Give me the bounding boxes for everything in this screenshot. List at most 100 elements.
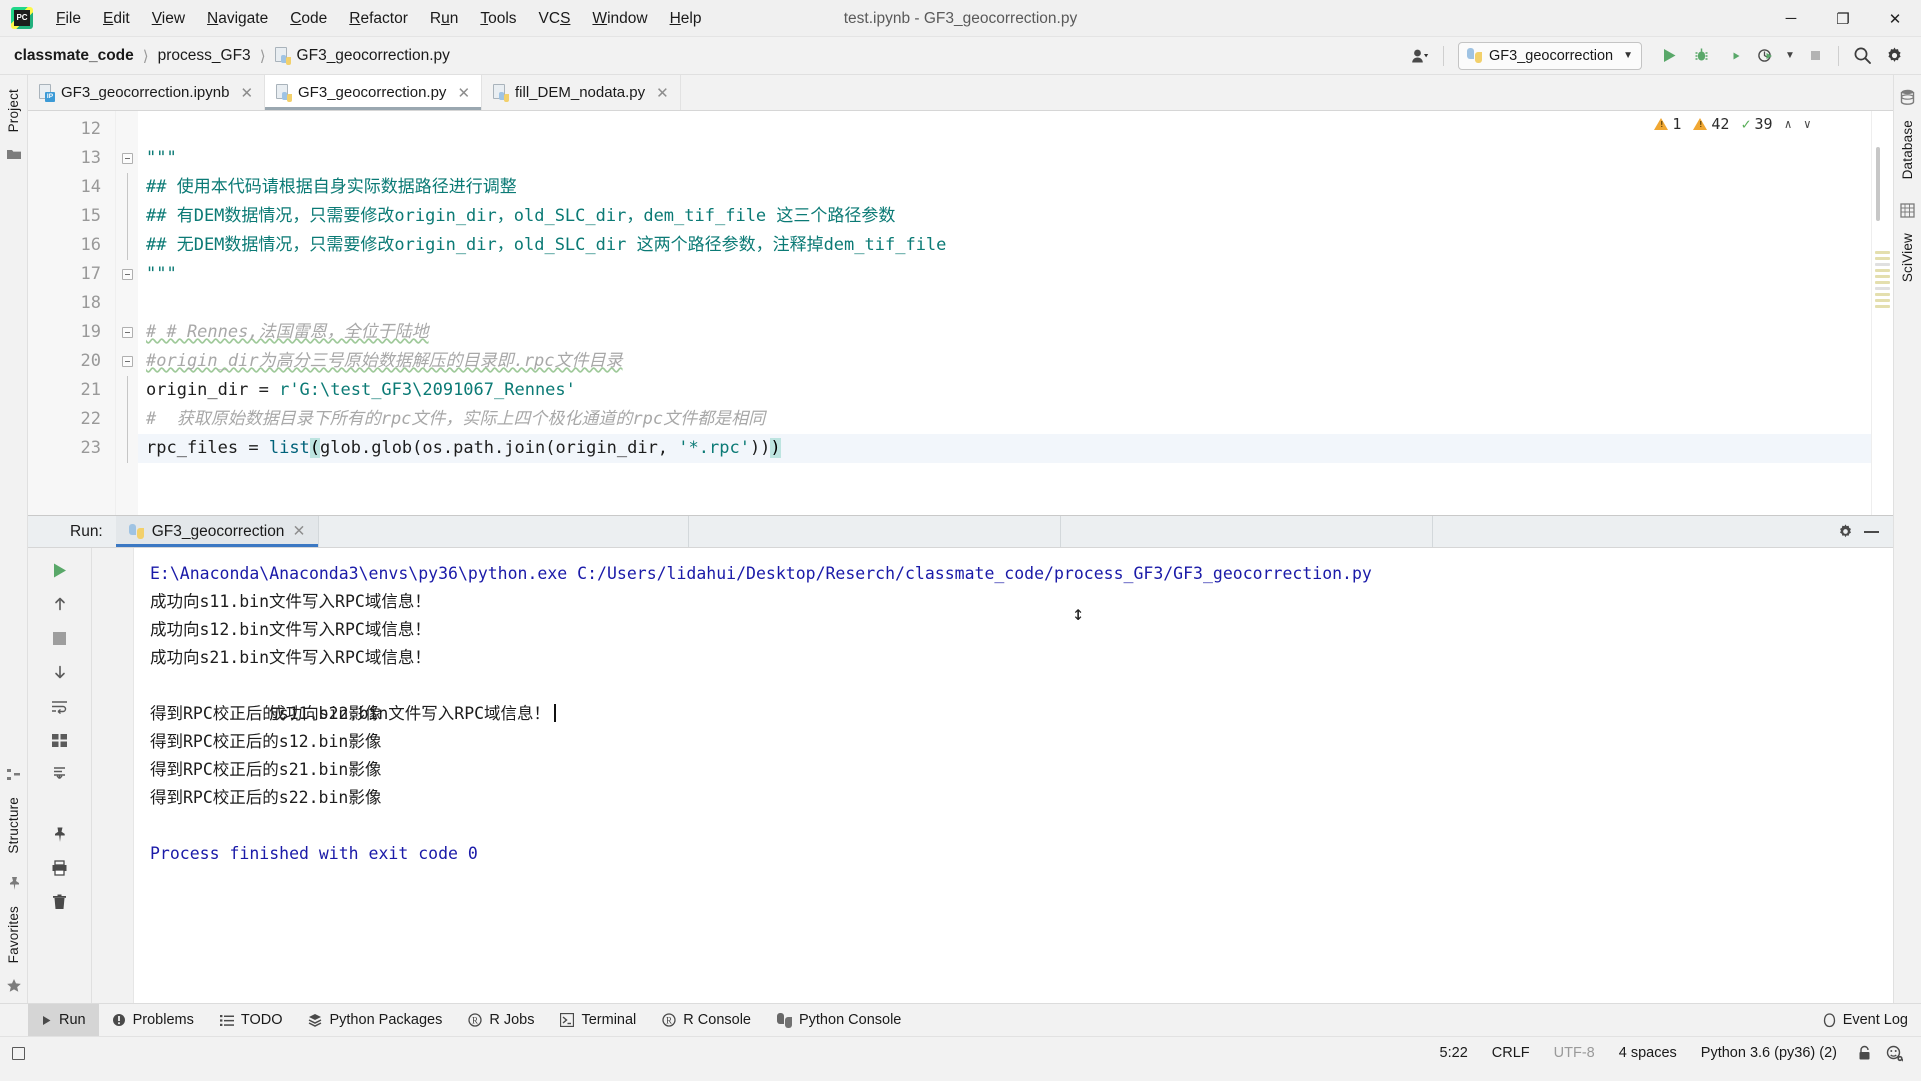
menu-vcs[interactable]: VCS [528,0,582,37]
stop-icon[interactable] [45,622,75,654]
editor-scrollbar-thumb[interactable] [1876,147,1880,221]
close-icon[interactable]: ✕ [240,84,253,102]
code-token: ) [770,438,781,458]
previous-highlight-icon[interactable]: ∧ [1785,117,1792,131]
grid-icon[interactable] [45,724,75,756]
up-arrow-icon[interactable] [45,588,75,620]
editor-tab-py-active[interactable]: GF3_geocorrection.py ✕ [265,75,483,110]
code-text-area[interactable]: 1 42 ✓ 39 ∧ ∨ """ ## 使用本代码请根据自身实际数据路径进行调 [138,111,1871,515]
sidebar-item-database[interactable]: Database [1897,112,1918,187]
breadcrumb-project[interactable]: classmate_code [14,47,134,65]
menu-view[interactable]: View [141,0,196,37]
marker [1875,305,1890,308]
toolwindow-python-packages[interactable]: Python Packages [295,1004,455,1036]
menu-run[interactable]: Run [419,0,469,37]
rerun-icon[interactable] [45,554,75,586]
next-highlight-icon[interactable]: ∨ [1804,117,1811,131]
scroll-to-end-icon[interactable] [45,758,75,790]
toolwindow-event-log[interactable]: Event Log [1810,1004,1921,1036]
editor-marker-strip[interactable] [1871,111,1893,515]
menu-refactor[interactable]: Refactor [338,0,419,37]
line-separator[interactable]: CRLF [1480,1045,1542,1061]
pin-icon[interactable] [7,876,21,891]
minimize-icon[interactable] [1864,530,1879,533]
inspection-widget[interactable]: 1 42 ✓ 39 ∧ ∨ [1648,113,1817,135]
editor-tab-fill-dem[interactable]: fill_DEM_nodata.py ✕ [482,75,681,110]
sidebar-item-sciview[interactable]: SciView [1897,225,1918,290]
run-icon[interactable] [1654,42,1684,70]
menu-tools[interactable]: Tools [469,0,527,37]
menu-code[interactable]: Code [279,0,338,37]
toolwindow-r-console[interactable]: R R Console [649,1004,764,1036]
code-editor[interactable]: 12 13 14 15 16 17 18 19 20 21 22 23 ! 1 … [28,111,1893,515]
menu-file[interactable]: File [45,0,92,37]
settings-gear-icon[interactable] [1879,42,1909,70]
run-actions-left [28,548,92,1003]
toolwindow-todo[interactable]: TODO [207,1004,296,1036]
menu-navigate[interactable]: Navigate [196,0,279,37]
down-arrow-icon[interactable] [45,656,75,688]
run-configuration-selector[interactable]: GF3_geocorrection ▼ [1458,41,1642,70]
folder-icon[interactable] [6,147,22,161]
caret-position[interactable]: 5:22 [1428,1045,1480,1061]
trash-icon[interactable] [45,886,75,918]
sidebar-item-structure[interactable]: Structure [3,789,24,862]
star-icon[interactable] [6,978,22,993]
print-icon[interactable] [45,852,75,884]
run-with-coverage-icon[interactable] [1718,42,1748,70]
fold-marker-comment[interactable] [116,318,138,347]
settings-gear-icon[interactable] [1837,523,1854,540]
close-icon[interactable]: ✕ [656,84,669,102]
python-interpreter[interactable]: Python 3.6 (py36) (2) [1689,1045,1849,1061]
sidebar-item-favorites[interactable]: Favorites [3,898,24,971]
menu-window[interactable]: Window [581,0,658,37]
pin-icon[interactable] [45,818,75,850]
structure-icon[interactable] [6,767,21,782]
user-avatar-icon[interactable] [1405,42,1435,70]
breadcrumb-file[interactable]: GF3_geocorrection.py [274,47,450,65]
minimize-button[interactable]: ─ [1765,0,1817,37]
search-everywhere-icon[interactable] [1847,42,1877,70]
status-bar: 5:22 CRLF UTF-8 4 spaces Python 3.6 (py3… [0,1036,1921,1069]
sciview-icon[interactable] [1900,203,1915,219]
lock-icon[interactable] [1849,1045,1880,1061]
warning-count-2[interactable]: 42 [1693,115,1729,133]
toolwindow-r-jobs[interactable]: R R Jobs [455,1004,547,1036]
run-tool-window: Run: GF3_geocorrection ✕ E:\Anaconda\Ana… [28,515,1893,1003]
indent-setting[interactable]: 4 spaces [1607,1045,1689,1061]
weak-warning-count[interactable]: ✓ 39 [1741,115,1772,133]
toolwindow-python-console[interactable]: Python Console [764,1004,914,1036]
close-icon[interactable]: ✕ [292,522,305,541]
menu-help[interactable]: Help [659,0,713,37]
line-number: 18 [80,293,101,313]
file-encoding[interactable]: UTF-8 [1542,1045,1607,1061]
toolwindow-run[interactable]: Run [28,1004,99,1036]
inspection-face-icon[interactable] [1880,1045,1909,1062]
fold-marker-docstring-end[interactable] [116,260,138,289]
soft-wrap-icon[interactable] [45,690,75,722]
console-line-command[interactable]: E:\Anaconda\Anaconda3\envs\py36\python.e… [150,560,1893,588]
debug-icon[interactable] [1686,42,1716,70]
chevron-down-icon[interactable]: ▼ [1782,42,1798,70]
fold-marker-docstring[interactable] [116,144,138,173]
toolwindow-problems[interactable]: Problems [99,1004,207,1036]
fold-marker-comment2[interactable] [116,347,138,376]
code-folding-gutter[interactable] [116,111,138,515]
text-caret [554,704,557,722]
close-button[interactable]: ✕ [1869,0,1921,37]
close-icon[interactable]: ✕ [457,84,470,102]
maximize-button[interactable]: ❐ [1817,0,1869,37]
menu-edit[interactable]: Edit [92,0,141,37]
profile-icon[interactable] [1750,42,1780,70]
warning-count-1[interactable]: 1 [1654,115,1681,133]
toolwindow-terminal[interactable]: Terminal [547,1004,649,1036]
run-console-output[interactable]: E:\Anaconda\Anaconda3\envs\py36\python.e… [134,548,1893,1003]
run-tab-gf3[interactable]: GF3_geocorrection ✕ [115,516,319,547]
database-icon[interactable] [1900,89,1915,105]
hide-toolwindows-icon[interactable] [12,1046,25,1060]
sidebar-item-project[interactable]: Project [3,81,24,140]
breadcrumb-folder[interactable]: process_GF3 [158,47,251,65]
code-line-22: # 获取原始数据目录下所有的rpc文件，实际上四个极化通道的rpc文件都是相同 [146,409,766,429]
editor-tab-ipynb[interactable]: IP GF3_geocorrection.ipynb ✕ [28,75,266,110]
stop-icon[interactable] [1800,42,1830,70]
